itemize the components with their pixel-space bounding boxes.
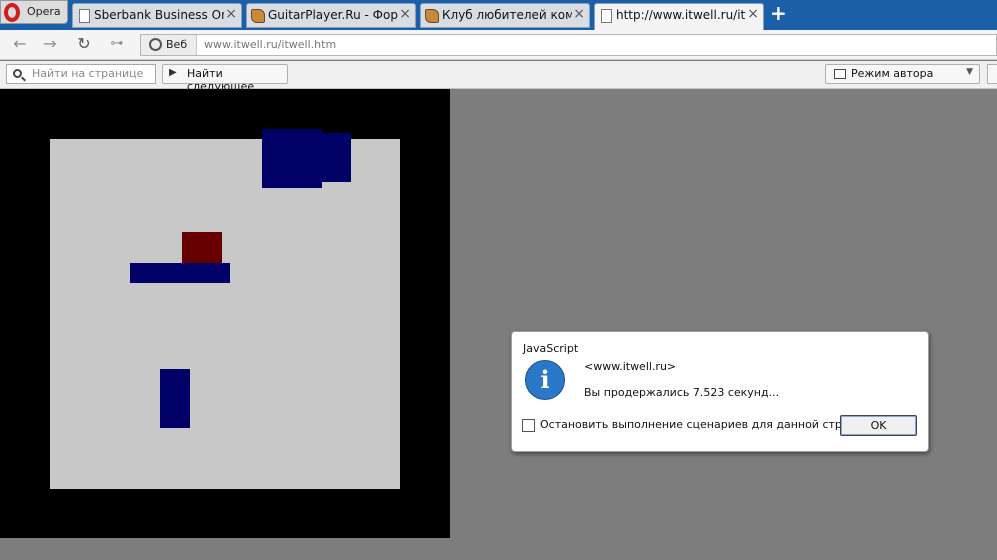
ok-button[interactable]: OK (840, 415, 917, 436)
close-tab-icon[interactable]: × (747, 6, 759, 22)
reload-icon[interactable]: ↻ (74, 35, 94, 53)
page-icon (601, 9, 612, 23)
find-bar: Найти на странице ▶ Найти следующее Режи… (0, 61, 997, 93)
tab-guitarplayer[interactable]: GuitarPlayer.Ru - Форум × (246, 3, 416, 28)
tab-itwell[interactable]: http://www.itwell.ru/itwell.htm × (594, 3, 764, 30)
stop-scripts-checkbox[interactable] (522, 419, 535, 432)
tab-label: GuitarPlayer.Ru - Форум (268, 8, 398, 22)
findbar-overflow-button[interactable] (987, 64, 997, 84)
author-mode-icon (834, 69, 846, 79)
find-next-icon: ▶ (169, 67, 177, 78)
new-tab-button[interactable]: + (770, 3, 787, 23)
game-field (50, 129, 400, 489)
find-next-button[interactable]: ▶ Найти следующее (162, 64, 288, 93)
enemy-block (160, 369, 190, 428)
address-url[interactable]: www.itwell.ru/itwell.htm (204, 38, 336, 51)
dialog-title: JavaScript (523, 342, 579, 355)
author-mode-select[interactable]: Режим автора ▼ (825, 64, 980, 84)
tab-label: Sberbank Business Online (94, 8, 224, 22)
address-field[interactable]: Веб www.itwell.ru/itwell.htm (140, 34, 997, 56)
game-canvas[interactable] (0, 89, 450, 538)
find-input[interactable]: Найти на странице (6, 64, 156, 84)
chevron-down-icon: ▼ (966, 67, 973, 77)
search-icon (13, 69, 22, 78)
opera-menu-button[interactable]: Opera (0, 0, 68, 24)
tab-bar: Opera Sberbank Business Online × GuitarP… (0, 0, 997, 30)
tab-sberbank[interactable]: Sberbank Business Online × (72, 3, 242, 28)
forward-arrow-icon[interactable]: → (40, 35, 60, 53)
tab-label: http://www.itwell.ru/itwell.htm (616, 8, 746, 22)
info-icon: i (525, 360, 565, 400)
opera-menu-label: Opera (27, 5, 61, 18)
javascript-alert-dialog: JavaScript i <www.itwell.ru> Вы продержа… (511, 331, 929, 452)
address-bar: ← → ↻ ⊶ Веб www.itwell.ru/itwell.htm (0, 30, 997, 60)
close-tab-icon[interactable]: × (225, 6, 237, 22)
close-tab-icon[interactable]: × (399, 6, 411, 22)
key-icon[interactable]: ⊶ (104, 35, 130, 53)
globe-icon (149, 38, 162, 51)
close-tab-icon[interactable]: × (573, 6, 585, 22)
find-placeholder: Найти на странице (32, 67, 144, 80)
enemy-block (312, 133, 351, 182)
guitar-icon (425, 9, 439, 23)
dialog-host: <www.itwell.ru> (584, 360, 677, 373)
author-mode-label: Режим автора (851, 67, 934, 80)
page-content: JavaScript i <www.itwell.ru> Вы продержа… (0, 89, 997, 560)
dialog-message: Вы продержались 7.523 секунд... (584, 386, 780, 399)
web-badge[interactable]: Веб (141, 35, 197, 55)
player-block[interactable] (182, 232, 222, 263)
page-icon (79, 9, 90, 23)
enemy-block (130, 263, 230, 283)
tab-label: Клуб любителей компьютерных (442, 8, 572, 22)
web-badge-label: Веб (166, 38, 188, 51)
stop-scripts-label[interactable]: Остановить выполнение сценариев для данн… (540, 418, 879, 431)
back-arrow-icon[interactable]: ← (10, 35, 30, 53)
tab-club[interactable]: Клуб любителей компьютерных × (420, 3, 590, 28)
guitar-icon (251, 9, 265, 23)
opera-logo-icon (4, 3, 20, 22)
